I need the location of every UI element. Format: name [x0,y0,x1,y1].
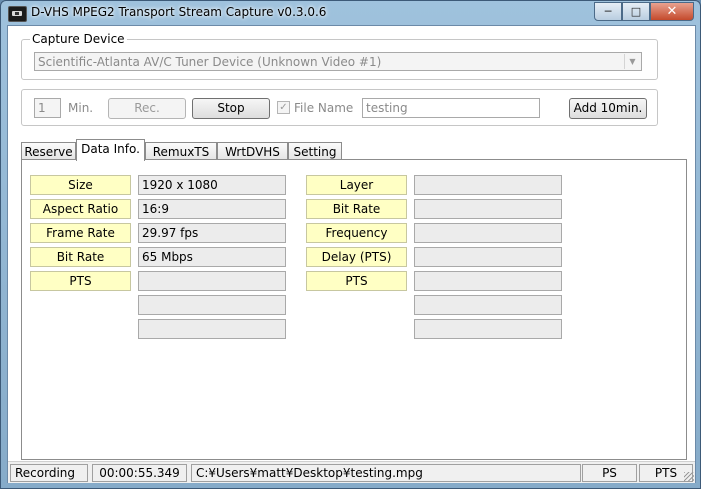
status-file-path: C:¥Users¥matt¥Desktop¥testing.mpg [191,464,581,482]
video-bitrate-label: Bit Rate [30,247,131,267]
video-extra-value [138,295,286,315]
audio-layer-value [414,175,562,195]
close-icon: ✕ [666,4,678,19]
audio-pts-value [414,271,562,291]
stop-button[interactable]: Stop [192,98,270,119]
video-aspect-label: Aspect Ratio [30,199,131,219]
video-pts-value [138,271,286,291]
video-size-value: 1920 x 1080 [138,175,286,195]
tab-data-info[interactable]: Data Info. [76,139,145,161]
tab-remuxts[interactable]: RemuxTS [145,142,217,160]
status-ps: PS [582,464,637,482]
minimize-icon: ─ [604,5,612,18]
close-button[interactable]: ✕ [650,2,694,21]
capture-device-select[interactable]: Scientific-Atlanta AV/C Tuner Device (Un… [34,52,642,71]
audio-delay-value [414,247,562,267]
resize-grip-icon[interactable] [684,472,694,482]
audio-bitrate-label: Bit Rate [306,199,407,219]
audio-pts-label: PTS [306,271,407,291]
add-10min-button[interactable]: Add 10min. [569,98,647,119]
client-area: Capture Device Scientific-Atlanta AV/C T… [7,25,696,483]
capture-device-group: Capture Device Scientific-Atlanta AV/C T… [21,32,658,80]
data-info-panel: Size 1920 x 1080 Aspect Ratio 16:9 Frame… [21,159,687,460]
audio-frequency-label: Frequency [306,223,407,243]
status-bar: Recording 00:00:55.349 C:¥Users¥matt¥Des… [8,461,695,483]
app-window: D-VHS MPEG2 Transport Stream Capture v0.… [0,0,701,489]
status-state: Recording [10,464,88,482]
audio-extra-value [414,319,562,339]
status-elapsed: 00:00:55.349 [92,464,187,482]
minutes-label: Min. [68,101,94,115]
window-buttons: ─ □ ✕ [594,2,694,21]
maximize-icon: □ [630,5,642,18]
video-framerate-label: Frame Rate [30,223,131,243]
capture-device-label: Capture Device [30,32,127,46]
file-name-input[interactable]: testing [362,98,540,118]
audio-layer-label: Layer [306,175,407,195]
maximize-button[interactable]: □ [622,2,650,21]
title-bar[interactable]: D-VHS MPEG2 Transport Stream Capture v0.… [1,1,700,25]
audio-extra-value [414,295,562,315]
tape-icon[interactable] [8,6,27,22]
file-name-label: File Name [294,101,354,115]
capture-device-value: Scientific-Atlanta AV/C Tuner Device (Un… [38,55,382,69]
video-size-label: Size [30,175,131,195]
video-aspect-value: 16:9 [138,199,286,219]
chevron-down-icon[interactable]: ▼ [624,54,640,69]
audio-frequency-value [414,223,562,243]
minimize-button[interactable]: ─ [594,2,622,21]
controls-group: 1 Min. Rec. Stop ✓ File Name testing Add… [21,89,658,126]
tab-wrtdvhs[interactable]: WrtDVHS [217,142,288,160]
checkmark-icon: ✓ [279,102,288,113]
file-name-checkbox[interactable]: ✓ [277,101,290,114]
minutes-input[interactable]: 1 [34,98,61,118]
video-framerate-value: 29.97 fps [138,223,286,243]
video-bitrate-value: 65 Mbps [138,247,286,267]
video-extra-value [138,319,286,339]
tab-setting[interactable]: Setting [288,142,342,160]
window-title: D-VHS MPEG2 Transport Stream Capture v0.… [31,5,327,19]
tab-reserve[interactable]: Reserve [21,142,76,160]
audio-bitrate-value [414,199,562,219]
audio-delay-label: Delay (PTS) [306,247,407,267]
rec-button[interactable]: Rec. [108,98,186,119]
video-pts-label: PTS [30,271,131,291]
